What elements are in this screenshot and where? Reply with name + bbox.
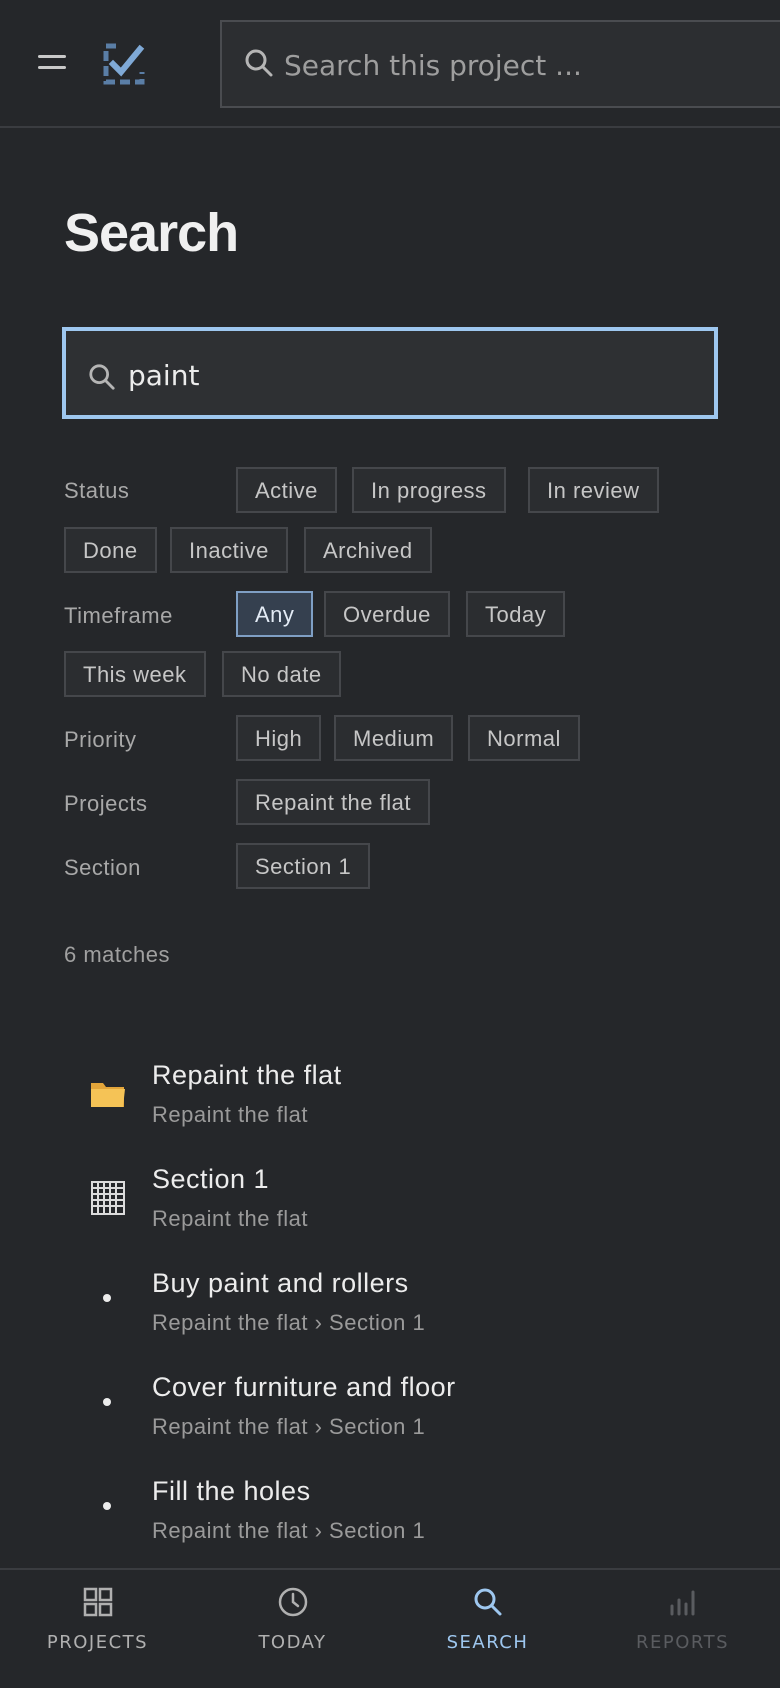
status-chip-inactive[interactable]: Inactive: [170, 527, 288, 573]
nav-tab-today[interactable]: TODAY: [195, 1570, 390, 1688]
status-chip-archived[interactable]: Archived: [304, 527, 432, 573]
clock-icon: [277, 1586, 309, 1618]
nav-label: REPORTS: [635, 1632, 730, 1653]
bullet-icon: [103, 1294, 111, 1302]
status-chip-in-progress[interactable]: In progress: [352, 467, 506, 513]
result-subtitle: Repaint the flat › Section 1: [152, 1310, 426, 1335]
result-subtitle: Repaint the flat › Section 1: [152, 1518, 426, 1543]
search-icon: [244, 48, 274, 82]
bar-chart-icon: [667, 1586, 699, 1618]
result-item-task[interactable]: Buy paint and rollers Repaint the flat ›…: [0, 1268, 780, 1364]
nav-label: PROJECTS: [46, 1632, 149, 1653]
folder-icon: [88, 1074, 128, 1114]
timeframe-chip-any[interactable]: Any: [236, 591, 314, 637]
result-item-task[interactable]: Cover furniture and floor Repaint the fl…: [0, 1372, 780, 1468]
result-subtitle: Repaint the flat › Section 1: [152, 1414, 426, 1439]
nav-tab-projects[interactable]: PROJECTS: [0, 1570, 195, 1688]
status-chip-active[interactable]: Active: [236, 467, 337, 513]
top-app-bar: [0, 0, 780, 128]
result-item-project[interactable]: Repaint the flat Repaint the flat: [0, 1060, 780, 1156]
result-subtitle: Repaint the flat: [152, 1102, 308, 1127]
result-title: Repaint the flat: [152, 1060, 342, 1090]
bullet-icon: [103, 1398, 111, 1406]
timeframe-chip-today[interactable]: Today: [466, 591, 566, 637]
status-chip-done[interactable]: Done: [64, 527, 157, 573]
grid-icon: [82, 1586, 114, 1618]
hamburger-menu-icon[interactable]: [38, 55, 66, 75]
result-item-task[interactable]: Fill the holes Repaint the flat › Sectio…: [0, 1476, 780, 1572]
checkbox-logo-icon[interactable]: [100, 40, 148, 88]
timeframe-filter-label: Timeframe: [64, 603, 173, 628]
search-input[interactable]: [126, 353, 690, 397]
priority-chip-medium[interactable]: Medium: [334, 715, 454, 761]
priority-chip-normal[interactable]: Normal: [468, 715, 580, 761]
nav-label: SEARCH: [446, 1632, 529, 1653]
project-search-input[interactable]: [282, 42, 766, 88]
result-subtitle: Repaint the flat: [152, 1206, 308, 1231]
section-filter-label: Section: [64, 855, 141, 880]
project-search-field[interactable]: [220, 20, 780, 108]
timeframe-chip-no-date[interactable]: No date: [222, 651, 341, 697]
nav-tab-search[interactable]: SEARCH: [390, 1570, 585, 1688]
priority-filter-label: Priority: [64, 727, 137, 752]
timeframe-chip-this-week[interactable]: This week: [64, 651, 206, 697]
nav-tab-reports: REPORTS: [585, 1570, 780, 1688]
search-field[interactable]: [62, 327, 718, 419]
status-chip-in-review[interactable]: In review: [528, 467, 659, 513]
page-title: Search: [64, 203, 239, 263]
timeframe-chip-overdue[interactable]: Overdue: [324, 591, 450, 637]
result-title: Fill the holes: [152, 1476, 311, 1506]
status-filter-label: Status: [64, 478, 130, 503]
project-chip-repaint-the-flat[interactable]: Repaint the flat: [236, 779, 430, 825]
bullet-icon: [103, 1502, 111, 1510]
projects-filter-label: Projects: [64, 791, 148, 816]
result-title: Buy paint and rollers: [152, 1268, 409, 1298]
bottom-navigation: PROJECTS TODAY SEARCH REPORTS: [0, 1568, 780, 1688]
grid-icon: [88, 1178, 128, 1218]
section-chip-section-1[interactable]: Section 1: [236, 843, 371, 889]
result-title: Cover furniture and floor: [152, 1372, 456, 1402]
result-item-section[interactable]: Section 1 Repaint the flat: [0, 1164, 780, 1260]
nav-label: TODAY: [258, 1632, 327, 1653]
match-count: 6 matches: [64, 942, 170, 967]
result-title: Section 1: [152, 1164, 270, 1194]
search-icon: [472, 1586, 504, 1618]
search-icon: [88, 363, 116, 395]
priority-chip-high[interactable]: High: [236, 715, 322, 761]
